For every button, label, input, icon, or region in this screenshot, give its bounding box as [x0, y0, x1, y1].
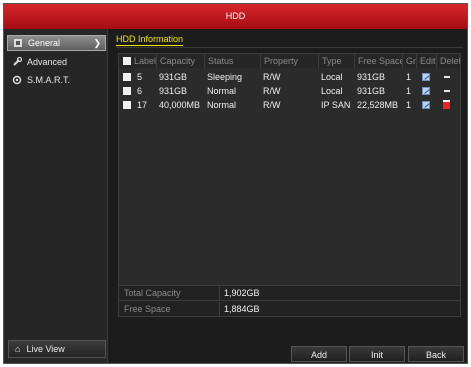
tab-divider [116, 47, 463, 48]
init-button[interactable]: Init [349, 346, 405, 362]
cell-capacity: 931GB [159, 72, 188, 82]
cell-status: Normal [207, 100, 237, 110]
summary-panel: Total Capacity 1,902GB Free Space 1,884G… [118, 285, 461, 317]
cell-label: 17 [137, 100, 148, 110]
table-row[interactable]: 5 931GB Sleeping R/W Local 931GB 1 [119, 70, 460, 84]
summary-divider [219, 286, 220, 301]
back-button[interactable]: Back [408, 346, 464, 362]
total-capacity-value: 1,902GB [224, 288, 260, 298]
free-space-label: Free Space [124, 304, 171, 314]
add-button[interactable]: Add [291, 346, 347, 362]
cell-group: 1 [406, 86, 412, 96]
table-row[interactable]: 17 40,000MB Normal R/W IP SAN 22,528MB 1 [119, 98, 460, 112]
cell-type: Local [321, 72, 343, 82]
cell-group: 1 [406, 72, 412, 82]
delete-disabled-icon [444, 76, 450, 78]
cell-status: Normal [207, 86, 237, 96]
live-view-label: Live View [26, 344, 65, 354]
hdd-table: Label Capacity Status Property Type Free… [118, 53, 461, 303]
tab-hdd-information[interactable]: HDD Information [116, 34, 184, 46]
free-space-value: 1,884GB [224, 304, 260, 314]
cell-free-space: 22,528MB [357, 100, 399, 110]
total-capacity-label: Total Capacity [124, 288, 181, 298]
cell-capacity: 40,000MB [159, 100, 201, 110]
table-row[interactable]: 6 931GB Normal R/W Local 931GB 1 [119, 84, 460, 98]
summary-divider [219, 302, 220, 317]
row-checkbox[interactable] [123, 73, 131, 81]
edit-icon[interactable] [422, 101, 430, 109]
cell-type: IP SAN [321, 100, 351, 110]
edit-icon[interactable] [422, 73, 430, 81]
cell-label: 6 [137, 86, 143, 96]
cell-capacity: 931GB [159, 86, 188, 96]
sidebar-item-label: S.M.A.R.T. [27, 75, 71, 85]
col-delete: Delete [436, 54, 460, 68]
row-checkbox[interactable] [123, 101, 131, 109]
delete-disabled-icon [444, 90, 450, 92]
sidebar-item-label: General [28, 38, 61, 48]
col-edit: Edit [416, 54, 436, 68]
col-status: Status [204, 54, 260, 68]
cell-group: 1 [406, 100, 412, 110]
col-capacity: Capacity [156, 54, 204, 68]
cell-label: 5 [137, 72, 143, 82]
cell-status: Sleeping [207, 72, 243, 82]
sidebar-item-smart[interactable]: S.M.A.R.T. [7, 72, 106, 88]
col-label: Label [134, 56, 156, 66]
cell-type: Local [321, 86, 343, 96]
sidebar-item-general[interactable]: General ❯ [7, 35, 106, 51]
cell-property: R/W [263, 72, 281, 82]
chevron-right-icon: ❯ [93, 38, 101, 48]
cell-free-space: 931GB [357, 72, 386, 82]
summary-row-total: Total Capacity 1,902GB [119, 286, 460, 301]
edit-icon[interactable] [422, 87, 430, 95]
col-group: Group [402, 54, 416, 68]
col-type: Type [318, 54, 354, 68]
wrench-icon [12, 56, 23, 67]
cell-property: R/W [263, 86, 281, 96]
trash-icon[interactable] [443, 100, 450, 109]
cell-free-space: 931GB [357, 86, 386, 96]
sidebar: General ❯ Advanced S.M.A.R.T. ⌂ Live Vie… [4, 29, 108, 363]
hdd-window: HDD General ❯ Advanced S.M.A.R.T. ⌂ Live… [3, 3, 468, 364]
home-icon: ⌂ [15, 344, 21, 354]
table-header: Label Capacity Status Property Type Free… [119, 54, 460, 68]
live-view-button[interactable]: ⌂ Live View [8, 340, 106, 358]
sidebar-item-label: Advanced [27, 57, 68, 67]
select-all-checkbox[interactable] [123, 57, 131, 65]
main-panel: HDD Information Label Capacity Status Pr… [110, 29, 467, 363]
settings-icon [12, 75, 22, 85]
gear-icon [13, 38, 23, 48]
summary-row-free: Free Space 1,884GB [119, 302, 460, 317]
sidebar-item-advanced[interactable]: Advanced [7, 54, 106, 70]
cell-property: R/W [263, 100, 281, 110]
col-property: Property [260, 54, 318, 68]
window-title: HDD [4, 4, 467, 29]
col-free-space: Free Space [354, 54, 402, 68]
row-checkbox[interactable] [123, 87, 131, 95]
